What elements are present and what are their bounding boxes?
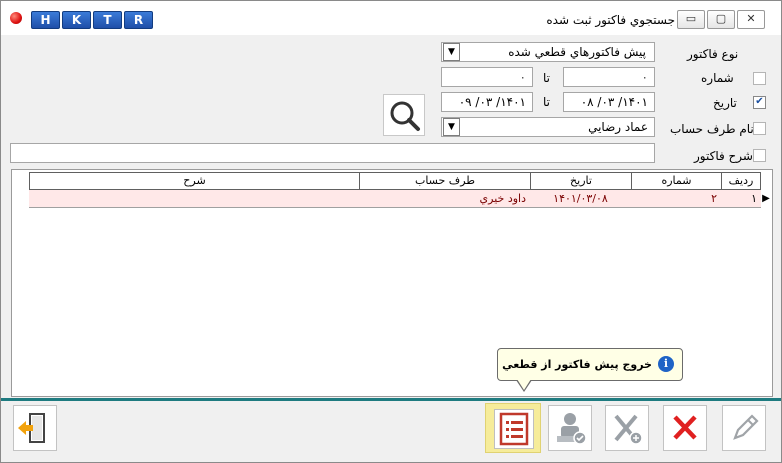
delete-button[interactable] xyxy=(663,405,707,451)
number-from-value: ۰ xyxy=(641,70,648,84)
col-header-number[interactable]: شماره xyxy=(631,172,722,190)
chevron-down-icon[interactable]: ▼ xyxy=(443,43,460,61)
exit-icon xyxy=(18,413,45,443)
col-header-description[interactable]: شرح xyxy=(29,172,360,190)
app-icon xyxy=(10,12,22,24)
edit-button[interactable] xyxy=(722,405,766,451)
number-checkbox[interactable] xyxy=(753,72,766,85)
user-stamp-icon xyxy=(557,413,587,445)
exit-button[interactable] xyxy=(13,405,57,451)
tooltip-tail-fill xyxy=(517,379,531,390)
window-title: جستجوي فاكتور ثبت شده xyxy=(546,13,675,27)
account-party-checkbox[interactable] xyxy=(753,122,766,135)
number-to-field[interactable]: ۰ xyxy=(441,67,533,87)
info-icon: i xyxy=(658,356,674,372)
search-button[interactable] xyxy=(383,94,425,136)
row-pointer-icon: ▶ xyxy=(762,193,770,204)
invoice-type-label: نوع فاكتور xyxy=(687,47,739,61)
quick-button-t[interactable]: T xyxy=(93,11,122,29)
description-field[interactable] xyxy=(10,143,655,163)
number-from-field[interactable]: ۰ xyxy=(563,67,655,87)
quick-button-k[interactable]: K xyxy=(62,11,91,29)
cancel-tools-icon xyxy=(614,414,643,445)
title-bar: H K T R جستجوي فاكتور ثبت شده ▭ ▢ ✕ xyxy=(1,1,781,35)
cell-description xyxy=(29,190,359,208)
date-from-value: ۱۴۰۱/ ۰۳/ ۰۸ xyxy=(580,95,648,109)
tooltip-text: خروج پيش فاكتور از قطعي xyxy=(502,358,652,371)
date-from-field[interactable]: ۱۴۰۱/ ۰۳/ ۰۸ xyxy=(563,92,655,112)
description-label: شرح فاكتور xyxy=(694,149,753,163)
invoice-type-select[interactable]: پيش فاكتورهاي قطعي شده xyxy=(441,42,655,62)
number-to-label: تا xyxy=(543,71,550,85)
maximize-button[interactable]: ▢ xyxy=(707,10,735,29)
list-button[interactable] xyxy=(485,403,541,453)
date-label: تاريخ xyxy=(713,96,737,110)
date-checkbox[interactable]: ✔ xyxy=(753,96,766,109)
cell-party: داود خيري xyxy=(359,190,530,208)
col-header-row[interactable]: رديف xyxy=(721,172,761,190)
tooltip: i خروج پيش فاكتور از قطعي xyxy=(497,348,683,381)
approve-button[interactable] xyxy=(548,405,592,451)
col-header-date[interactable]: تاريخ xyxy=(530,172,632,190)
delete-icon xyxy=(673,415,697,440)
col-header-party[interactable]: طرف حساب xyxy=(359,172,531,190)
date-to-field[interactable]: ۱۴۰۱/ ۰۳/ ۰۹ xyxy=(441,92,533,112)
number-label: شماره xyxy=(701,71,734,85)
cell-row: ۱ xyxy=(721,190,761,208)
description-checkbox[interactable] xyxy=(753,149,766,162)
account-party-select[interactable]: عماد رضايي xyxy=(441,117,655,137)
chevron-down-icon[interactable]: ▼ xyxy=(443,118,460,136)
close-button[interactable]: ✕ xyxy=(737,10,765,29)
date-to-label: تا xyxy=(543,95,550,109)
date-to-value: ۱۴۰۱/ ۰۳/ ۰۹ xyxy=(458,95,526,109)
minimize-button[interactable]: ▭ xyxy=(677,10,705,29)
account-party-label: نام طرف حساب xyxy=(670,122,754,136)
invoice-type-value: پيش فاكتورهاي قطعي شده xyxy=(508,45,646,59)
quick-button-h[interactable]: H xyxy=(31,11,60,29)
edit-icon xyxy=(733,414,759,440)
quick-button-r[interactable]: R xyxy=(124,11,153,29)
search-icon xyxy=(390,101,420,131)
cancel-button[interactable] xyxy=(605,405,649,451)
separator xyxy=(1,398,781,401)
number-to-value: ۰ xyxy=(519,70,526,84)
app-window: H K T R جستجوي فاكتور ثبت شده ▭ ▢ ✕ نوع … xyxy=(0,0,782,463)
cell-date: ۱۴۰۱/۰۳/۰۸ xyxy=(530,190,631,208)
account-party-value: عماد رضايي xyxy=(588,120,648,134)
cell-number: ۲ xyxy=(631,190,721,208)
list-icon xyxy=(499,412,529,446)
